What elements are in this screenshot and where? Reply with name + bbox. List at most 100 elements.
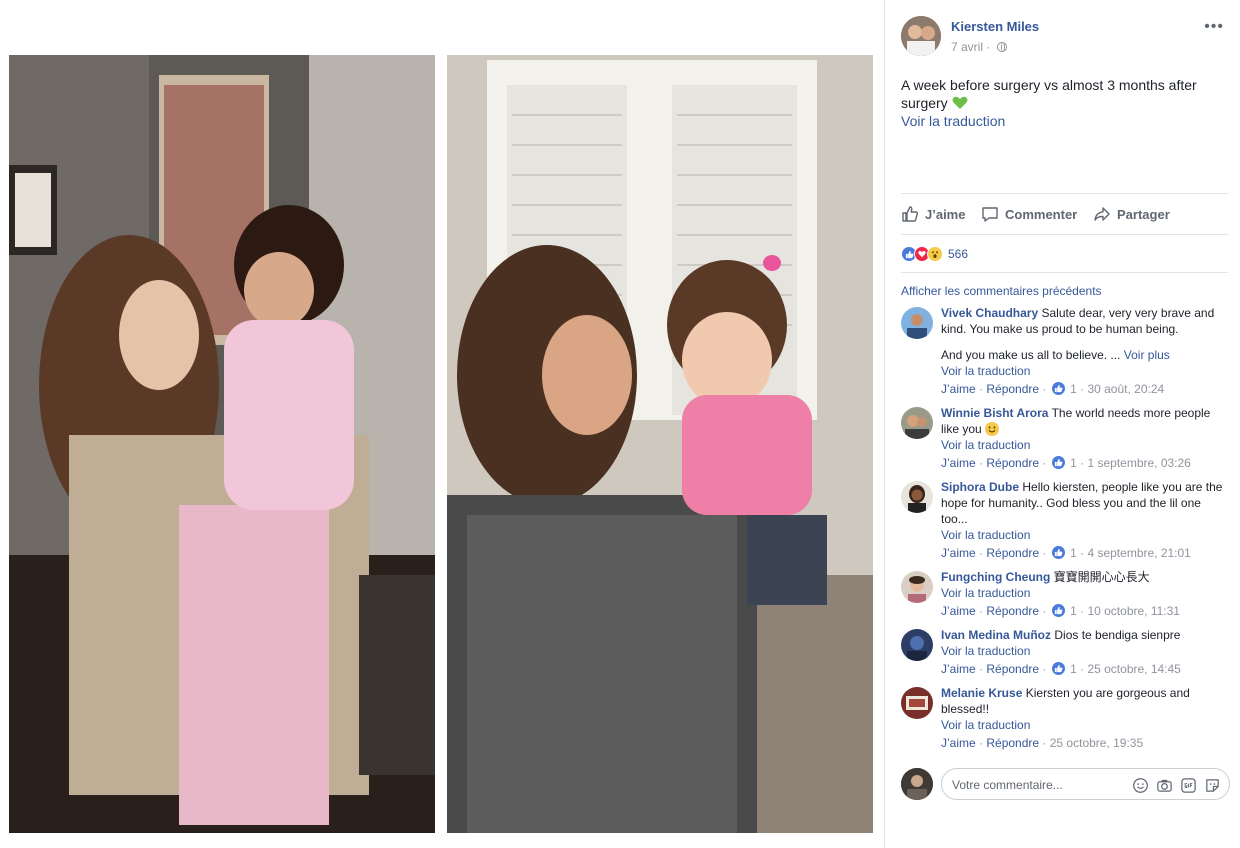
view-previous-comments-link[interactable]: Afficher les commentaires précédents: [901, 284, 1102, 298]
meta-separator: ·: [986, 40, 991, 54]
post-body: A week before surgery vs almost 3 months…: [901, 76, 1223, 130]
comment-like-count[interactable]: 1: [1070, 662, 1077, 676]
comment-like-count[interactable]: 1: [1070, 604, 1077, 618]
photo-after-surgery[interactable]: [447, 55, 873, 833]
like-badge-icon: [1051, 456, 1065, 469]
commenter-name[interactable]: Siphora Dube: [941, 480, 1019, 494]
globe-icon: [996, 42, 1007, 52]
comment-time[interactable]: 10 octobre, 11:31: [1087, 604, 1180, 618]
commenter-avatar[interactable]: [901, 571, 933, 603]
comment-body: Winnie Bisht Arora The world needs more …: [941, 405, 1230, 471]
composer-icons: [1131, 776, 1221, 794]
like-badge-icon: [1051, 662, 1065, 675]
post-translate-link[interactable]: Voir la traduction: [901, 112, 1223, 130]
comment-actions: J’aime · Répondre · 1 · 1 septembre, 03:…: [941, 456, 1191, 470]
comment-reply-link[interactable]: Répondre: [986, 456, 1039, 470]
comment-body: Ivan Medina Muñoz Dios te bendiga sienpr…: [941, 627, 1230, 677]
like-badge-icon: [1051, 382, 1065, 395]
photo-before-surgery[interactable]: [9, 55, 435, 833]
reactions-summary[interactable]: 566: [901, 245, 968, 263]
comment-time[interactable]: 1 septembre, 03:26: [1087, 456, 1190, 470]
comment-like-count[interactable]: 1: [1070, 546, 1077, 560]
comment-reply-link[interactable]: Répondre: [986, 382, 1039, 396]
commenter-name[interactable]: Melanie Kruse: [941, 686, 1022, 700]
comment-like-link[interactable]: J’aime: [941, 546, 976, 560]
comment-reply-link[interactable]: Répondre: [986, 736, 1039, 750]
comment-composer: Votre commentaire...: [901, 768, 1230, 804]
comment-like-link[interactable]: J’aime: [941, 736, 976, 750]
share-button[interactable]: Partager: [1093, 205, 1170, 223]
comment-body: Fungching Cheung 寶寶開開心心長大 Voir la traduc…: [941, 569, 1230, 619]
comment-extra-text: And you make us all to believe. ...: [941, 348, 1121, 362]
divider: [901, 272, 1228, 273]
sticker-icon[interactable]: [1203, 776, 1221, 794]
comment-icon: [982, 207, 998, 222]
comment-translate-link[interactable]: Voir la traduction: [941, 363, 1230, 379]
comment-body: Vivek Chaudhary Salute dear, very very b…: [941, 305, 1230, 397]
commenter-avatar[interactable]: [901, 481, 933, 513]
share-icon: [1094, 207, 1110, 221]
comment-translate-link[interactable]: Voir la traduction: [941, 643, 1230, 659]
comment-reply-link[interactable]: Répondre: [986, 604, 1039, 618]
commenter-avatar[interactable]: [901, 687, 933, 719]
comment-button[interactable]: Commenter: [981, 205, 1077, 223]
gif-icon[interactable]: [1179, 776, 1197, 794]
commenter-name[interactable]: Winnie Bisht Arora: [941, 406, 1048, 420]
commenter-name[interactable]: Fungching Cheung: [941, 570, 1050, 584]
comment-translate-link[interactable]: Voir la traduction: [941, 585, 1230, 601]
post-text: A week before surgery vs almost 3 months…: [901, 77, 1197, 111]
comment-label: Commenter: [1005, 206, 1078, 222]
post-date[interactable]: 7 avril: [951, 40, 983, 54]
comment-body: Melanie Kruse Kiersten you are gorgeous …: [941, 685, 1230, 751]
comment-time[interactable]: 25 octobre, 19:35: [1050, 736, 1143, 750]
comment-translate-link[interactable]: Voir la traduction: [941, 717, 1230, 733]
more-options-icon[interactable]: •••: [1204, 18, 1224, 36]
photo-before-illustration: [9, 55, 435, 833]
see-more-link[interactable]: Voir plus: [1124, 348, 1170, 362]
post-meta: 7 avril ·: [951, 40, 1007, 54]
comment-like-link[interactable]: J’aime: [941, 604, 976, 618]
comment-actions: J’aime · Répondre · 1 · 25 octobre, 14:4…: [941, 662, 1181, 676]
author-name[interactable]: Kiersten Miles: [951, 19, 1039, 34]
like-badge-icon: [1051, 604, 1065, 617]
comment-text: Dios te bendiga sienpre: [1054, 628, 1181, 642]
comment-time[interactable]: 25 octobre, 14:45: [1087, 662, 1180, 676]
comment-input[interactable]: Votre commentaire...: [941, 768, 1230, 800]
comment-like-link[interactable]: J’aime: [941, 662, 976, 676]
comment-text: 寶寶開開心心長大: [1053, 570, 1150, 584]
photo-stage: [0, 0, 884, 848]
current-user-avatar: [901, 768, 933, 800]
commenter-name[interactable]: Vivek Chaudhary: [941, 306, 1038, 320]
like-label: J’aime: [925, 206, 966, 222]
comment-translate-link[interactable]: Voir la traduction: [941, 437, 1230, 453]
comment-actions: J’aime · Répondre · 1 · 10 octobre, 11:3…: [941, 604, 1180, 618]
green-heart-icon: [952, 96, 967, 109]
comment-translate-link[interactable]: Voir la traduction: [941, 527, 1230, 543]
commenter-avatar[interactable]: [901, 407, 933, 439]
comment-time[interactable]: 4 septembre, 21:01: [1087, 546, 1190, 560]
author-avatar[interactable]: [901, 16, 941, 56]
comment-actions: J’aime · Répondre · 1 · 4 septembre, 21:…: [941, 546, 1191, 560]
comment-body: Siphora Dube Hello kiersten, people like…: [941, 479, 1230, 561]
camera-icon[interactable]: [1155, 776, 1173, 794]
commenter-avatar[interactable]: [901, 307, 933, 339]
comment-like-count[interactable]: 1: [1070, 382, 1077, 396]
comment-placeholder: Votre commentaire...: [952, 778, 1063, 792]
comment-like-count[interactable]: 1: [1070, 456, 1077, 470]
emoji-icon[interactable]: [1131, 776, 1149, 794]
commenter-avatar[interactable]: [901, 629, 933, 661]
like-button[interactable]: J’aime: [901, 205, 965, 223]
reaction-count[interactable]: 566: [948, 247, 968, 261]
comment-time[interactable]: 30 août, 20:24: [1087, 382, 1164, 396]
post-panel: Kiersten Miles 7 avril · ••• A week befo…: [884, 0, 1240, 848]
comment-like-link[interactable]: J’aime: [941, 456, 976, 470]
thumbs-up-icon: [902, 206, 919, 222]
wow-reaction-icon: [927, 246, 943, 262]
post-action-bar: J’aime Commenter Partager: [901, 193, 1228, 235]
commenter-name[interactable]: Ivan Medina Muñoz: [941, 628, 1051, 642]
comment-reply-link[interactable]: Répondre: [986, 662, 1039, 676]
comment-reply-link[interactable]: Répondre: [986, 546, 1039, 560]
smile-emoji-icon: [985, 422, 1000, 436]
comment-like-link[interactable]: J’aime: [941, 382, 976, 396]
